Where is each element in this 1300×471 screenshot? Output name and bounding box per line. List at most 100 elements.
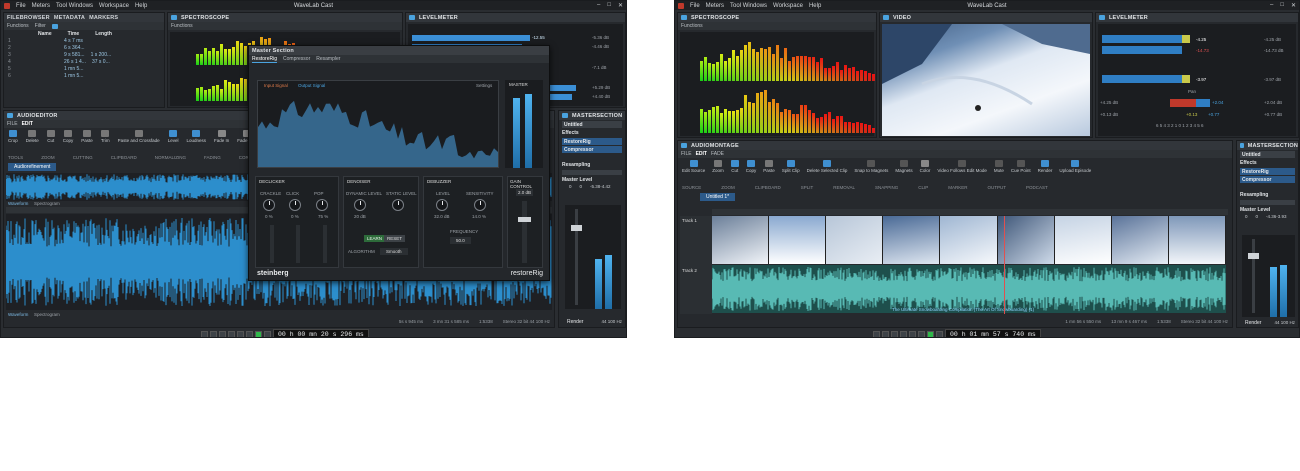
static-level-knob[interactable] bbox=[392, 199, 404, 211]
tab-restorerig[interactable]: RestoreRig bbox=[252, 56, 278, 63]
preset-selector[interactable]: Untitled bbox=[562, 121, 622, 128]
menu-workspace[interactable]: Workspace bbox=[99, 3, 129, 9]
list-item[interactable]: 51 mn 5... bbox=[4, 65, 164, 72]
video-track-thumbnails[interactable] bbox=[712, 216, 1226, 264]
paste-crossfade-button[interactable]: Paste and Crossfade bbox=[118, 130, 160, 143]
snap-to-magnets-checkbox[interactable]: Snap to Magnets bbox=[854, 160, 888, 173]
montage-audio-clip[interactable]: The Ultimate Snowboarding Compilation (T… bbox=[712, 265, 1226, 313]
add-marker-icon[interactable] bbox=[51, 23, 58, 29]
minimize-button[interactable]: – bbox=[1270, 2, 1273, 9]
resampling-label[interactable]: Resampling bbox=[559, 161, 625, 169]
tab-resampler[interactable]: Resampler bbox=[316, 56, 340, 62]
cut-button[interactable]: Cut bbox=[730, 160, 739, 173]
master-fader-handle[interactable] bbox=[571, 225, 582, 231]
magnets-menu[interactable]: Magnets bbox=[895, 160, 913, 173]
resampling-slot[interactable] bbox=[562, 170, 622, 175]
playhead[interactable] bbox=[1004, 216, 1005, 314]
spectroscope-functions[interactable]: Functions bbox=[681, 23, 703, 29]
go-to-start-button[interactable] bbox=[873, 331, 880, 337]
waveform-tab[interactable]: Waveform bbox=[8, 201, 28, 206]
gain-value[interactable]: 2.0 dB bbox=[516, 189, 534, 196]
record-button[interactable] bbox=[936, 331, 943, 337]
rewind-button[interactable] bbox=[210, 331, 217, 337]
sensitivity-knob[interactable] bbox=[474, 199, 486, 211]
go-to-end-button[interactable] bbox=[900, 331, 907, 337]
click-knob[interactable] bbox=[289, 199, 301, 211]
list-item[interactable]: 61 mn 5... bbox=[4, 72, 164, 79]
loop-button[interactable] bbox=[909, 331, 916, 337]
col-time[interactable]: Time bbox=[68, 31, 80, 37]
algorithm-select[interactable]: Smooth bbox=[380, 248, 408, 255]
filter-menu[interactable]: Filter bbox=[35, 23, 46, 29]
render-button[interactable]: Render bbox=[1245, 320, 1261, 326]
rewind-button[interactable] bbox=[882, 331, 889, 337]
resampling-slot[interactable] bbox=[1240, 200, 1295, 205]
close-button[interactable]: ✕ bbox=[618, 2, 623, 9]
gain-fader-handle[interactable] bbox=[518, 217, 531, 222]
menu-file[interactable]: File bbox=[16, 3, 26, 9]
stop-button[interactable] bbox=[246, 331, 253, 337]
play-button[interactable] bbox=[927, 331, 934, 337]
dynamic-level-knob[interactable] bbox=[354, 199, 366, 211]
tab-file[interactable]: FILE bbox=[681, 151, 692, 157]
color-button[interactable]: Color bbox=[920, 160, 930, 173]
cue-point-button[interactable]: Cue Point bbox=[1011, 160, 1031, 173]
reset-button[interactable]: RESET bbox=[384, 235, 406, 242]
montage-tab[interactable]: Untitled 1* bbox=[700, 193, 736, 201]
gain-fader[interactable] bbox=[522, 201, 527, 263]
render-output-button[interactable]: Render bbox=[1038, 160, 1052, 173]
record-button[interactable] bbox=[264, 331, 271, 337]
tab-markers[interactable]: MARKERS bbox=[89, 15, 118, 21]
spectrogram-tab[interactable]: Spectrogram bbox=[34, 312, 60, 317]
delete-clip-button[interactable]: Delete Selected Clip bbox=[807, 160, 847, 173]
effect-slot-restorerig[interactable]: RestoreRig bbox=[1240, 168, 1295, 175]
maximize-button[interactable]: □ bbox=[607, 2, 611, 9]
menu-file[interactable]: File bbox=[690, 3, 700, 9]
col-length[interactable]: Length bbox=[95, 31, 112, 37]
debuzzer-level-knob[interactable] bbox=[436, 199, 448, 211]
tab-fade[interactable]: FADE bbox=[711, 151, 724, 157]
menu-meters[interactable]: Meters bbox=[706, 3, 724, 9]
trim-button[interactable]: Trim bbox=[101, 130, 110, 143]
crackle-knob[interactable] bbox=[263, 199, 275, 211]
loudness-button[interactable]: Loudness bbox=[186, 130, 206, 143]
tab-file[interactable]: FILE bbox=[7, 121, 18, 127]
fader-track[interactable] bbox=[575, 209, 578, 305]
list-item[interactable]: 14 s 7 ms bbox=[4, 37, 164, 44]
tab-edit[interactable]: EDIT bbox=[696, 151, 707, 157]
stop-button[interactable] bbox=[918, 331, 925, 337]
tab-compressor[interactable]: Compressor bbox=[283, 56, 310, 62]
upload-episode-button[interactable]: Upload Episode bbox=[1059, 160, 1091, 173]
paste-button[interactable]: Paste bbox=[81, 130, 93, 143]
resampling-label[interactable]: Resampling bbox=[1237, 191, 1298, 199]
maximize-button[interactable]: □ bbox=[1280, 2, 1284, 9]
minimize-button[interactable]: – bbox=[597, 2, 600, 9]
tab-filebrowser[interactable]: FILEBROWSER bbox=[7, 15, 50, 21]
pop-knob[interactable] bbox=[316, 199, 328, 211]
loop-button[interactable] bbox=[237, 331, 244, 337]
zoom-button[interactable]: Zoom bbox=[712, 160, 724, 173]
spectrogram-tab[interactable]: Spectrogram bbox=[34, 201, 60, 206]
delete-button[interactable]: Delete bbox=[26, 130, 39, 143]
copy-button[interactable]: Copy bbox=[746, 160, 756, 173]
close-button[interactable]: ✕ bbox=[1291, 2, 1296, 9]
cut-button[interactable]: Cut bbox=[46, 130, 55, 143]
menu-meters[interactable]: Meters bbox=[32, 3, 50, 9]
effect-slot-restorerig[interactable]: RestoreRig bbox=[562, 138, 622, 145]
split-clip-button[interactable]: Split Clip bbox=[782, 160, 800, 173]
forward-button[interactable] bbox=[219, 331, 226, 337]
track-1-label[interactable]: Track 1 bbox=[682, 218, 697, 223]
go-to-start-button[interactable] bbox=[201, 331, 208, 337]
video-follows-edit-mode[interactable]: Video Follows Edit Mode bbox=[937, 160, 987, 173]
time-ruler[interactable] bbox=[712, 209, 1228, 215]
effect-slot-compressor[interactable]: Compressor bbox=[1240, 176, 1295, 183]
functions-menu[interactable]: Functions bbox=[7, 23, 29, 29]
col-name[interactable]: Name bbox=[38, 31, 52, 37]
menu-help[interactable]: Help bbox=[135, 3, 147, 9]
list-item[interactable]: 39 s 581... 1 s 200... bbox=[4, 51, 164, 58]
copy-button[interactable]: Copy bbox=[63, 130, 73, 143]
tab-edit[interactable]: EDIT bbox=[22, 121, 33, 127]
go-to-end-button[interactable] bbox=[228, 331, 235, 337]
menu-tool-windows[interactable]: Tool Windows bbox=[56, 3, 93, 9]
waveform-tab[interactable]: Waveform bbox=[8, 312, 28, 317]
